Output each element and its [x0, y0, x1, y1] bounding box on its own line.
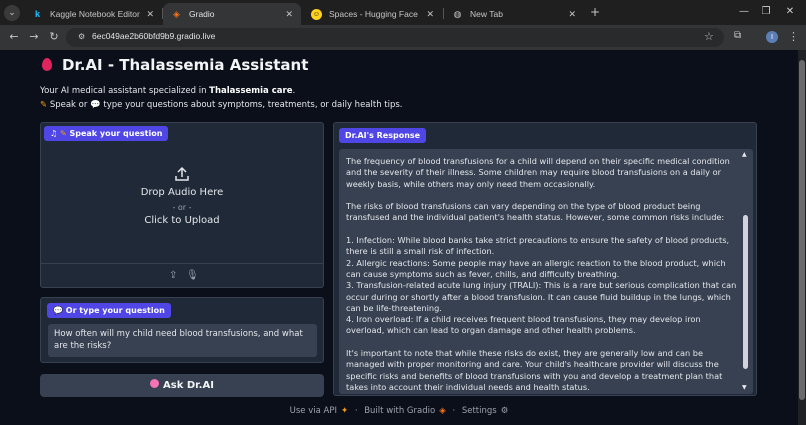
new-tab-button[interactable]: +	[588, 4, 602, 20]
brain-icon	[150, 379, 160, 388]
footer-separator: ·	[452, 406, 456, 416]
scroll-up-icon[interactable]: ▲	[742, 151, 747, 158]
profile-avatar[interactable]: I	[766, 31, 778, 43]
upload-icon[interactable]	[174, 166, 190, 182]
response-paragraph: 1. Infection: While blood banks take str…	[346, 235, 737, 336]
response-paragraph: It's important to note that while these …	[346, 348, 723, 392]
intro-line2-b: type your questions about symptoms, trea…	[100, 100, 403, 110]
minimize-icon[interactable]: —	[736, 4, 752, 20]
close-icon[interactable]: ✕	[426, 9, 434, 20]
microphone-icon: ✎	[59, 129, 67, 138]
intro-line-1: Your AI medical assistant specialized in…	[40, 86, 295, 96]
forward-icon[interactable]: →	[26, 29, 42, 45]
response-label-badge: Dr.AI's Response	[339, 128, 427, 143]
page-title: Dr.AI - Thalassemia Assistant	[42, 56, 308, 74]
response-scrollbar-thumb[interactable]	[743, 215, 748, 369]
response-paragraph: The risks of blood transfusions can vary…	[346, 201, 725, 223]
built-with-gradio-link[interactable]: Built with Gradio	[364, 406, 435, 416]
close-icon[interactable]: ✕	[568, 9, 576, 20]
bookmark-star-icon[interactable]: ☆	[704, 30, 714, 43]
site-info-icon[interactable]: ⚙	[78, 32, 85, 41]
settings-link[interactable]: Settings	[462, 406, 497, 416]
blood-drop-icon	[42, 58, 52, 71]
audio-label-badge: ♫ ✎ Speak your question	[44, 126, 169, 141]
reload-icon[interactable]: ↻	[46, 29, 62, 45]
upload-source-icon[interactable]: ⇪	[169, 270, 177, 281]
question-textarea[interactable]: How often will my child need blood trans…	[48, 324, 317, 357]
gradio-logo-icon: ◈	[439, 406, 446, 416]
tab-title: Gradio	[189, 9, 215, 19]
browser-tabstrip: ⌄ k Kaggle Notebook Editor ✕ ◈ Gradio ✕ …	[0, 0, 806, 25]
microphone-source-icon[interactable]: 🎙	[186, 270, 199, 281]
ask-button-label: Ask Dr.AI	[163, 380, 214, 391]
tab-huggingface[interactable]: ☺ Spaces - Hugging Face ✕	[303, 3, 442, 25]
tab-title: New Tab	[470, 9, 503, 19]
page-title-text: Dr.AI - Thalassemia Assistant	[62, 56, 309, 74]
response-scrollbar[interactable]: ▲ ▼	[741, 149, 751, 394]
use-via-api-link[interactable]: Use via API	[290, 406, 337, 416]
page-scrollbar[interactable]	[798, 50, 806, 425]
extensions-icon[interactable]: ⧉	[734, 30, 741, 41]
audio-source-bar: ⇪ 🎙	[41, 263, 323, 288]
rocket-icon: ✦	[340, 406, 349, 416]
microphone-icon: ✎	[40, 100, 48, 110]
footer-separator: ·	[354, 406, 358, 416]
tab-title: Kaggle Notebook Editor	[50, 9, 140, 19]
restore-icon[interactable]: ❐	[758, 4, 774, 20]
url-text[interactable]: 6ec049ae2b60bfd9b9.gradio.live	[92, 31, 215, 41]
intro-suffix: .	[292, 86, 296, 96]
globe-icon: ◍	[453, 8, 462, 19]
speech-bubble-icon: 💬	[90, 100, 101, 110]
response-panel: Dr.AI's Response The frequency of blood …	[333, 122, 757, 396]
text-input-panel: 💬 Or type your question How often will m…	[40, 297, 324, 363]
audio-input-panel: ♫ ✎ Speak your question Drop Audio Here …	[40, 122, 324, 288]
text-label-badge: 💬 Or type your question	[47, 303, 171, 318]
hf-icon: ☺	[311, 8, 322, 20]
ask-button[interactable]: Ask Dr.AI	[40, 374, 324, 397]
scroll-down-icon[interactable]: ▼	[742, 384, 747, 391]
tab-kaggle[interactable]: k Kaggle Notebook Editor ✕	[24, 3, 162, 25]
close-icon[interactable]: ✕	[285, 9, 293, 20]
audio-label-text: Speak your question	[69, 129, 163, 138]
tab-gradio[interactable]: ◈ Gradio ✕	[163, 3, 301, 25]
gear-icon[interactable]: ⚙	[501, 406, 509, 416]
tab-newtab[interactable]: ◍ New Tab ✕	[444, 3, 584, 25]
response-textbox[interactable]: The frequency of blood transfusions for …	[339, 149, 753, 394]
gradio-page: Dr.AI - Thalassemia Assistant Your AI me…	[0, 50, 798, 425]
response-text: The frequency of blood transfusions for …	[346, 156, 738, 394]
intro-prefix: Your AI medical assistant specialized in	[40, 86, 210, 96]
intro-bold: Thalassemia care	[209, 86, 293, 96]
window-close-icon[interactable]: ✕	[782, 4, 798, 20]
music-note-icon: ♫	[50, 129, 58, 138]
kaggle-icon: k	[34, 8, 40, 19]
gradio-icon: ◈	[173, 8, 180, 19]
back-icon[interactable]: ←	[6, 29, 22, 45]
browser-menu-icon[interactable]: ⋮	[788, 30, 799, 43]
click-to-upload-text[interactable]: Click to Upload	[41, 215, 323, 226]
page-footer: Use via API ✦ · Built with Gradio ◈ · Sett…	[0, 406, 798, 416]
or-separator: - or -	[172, 203, 192, 212]
page-scrollbar-thumb[interactable]	[799, 60, 805, 400]
intro-line2-a: Speak or	[49, 100, 91, 110]
close-icon[interactable]: ✕	[146, 9, 154, 20]
speech-bubble-icon: 💬	[53, 306, 63, 315]
tab-title: Spaces - Hugging Face	[329, 9, 418, 19]
tab-search-icon[interactable]: ⌄	[4, 5, 20, 21]
text-label-text: Or type your question	[65, 306, 165, 315]
intro-line-2: ✎ Speak or 💬 type your questions about s…	[40, 100, 403, 110]
drop-audio-text[interactable]: Drop Audio Here	[41, 187, 323, 198]
response-paragraph: The frequency of blood transfusions for …	[346, 156, 730, 189]
